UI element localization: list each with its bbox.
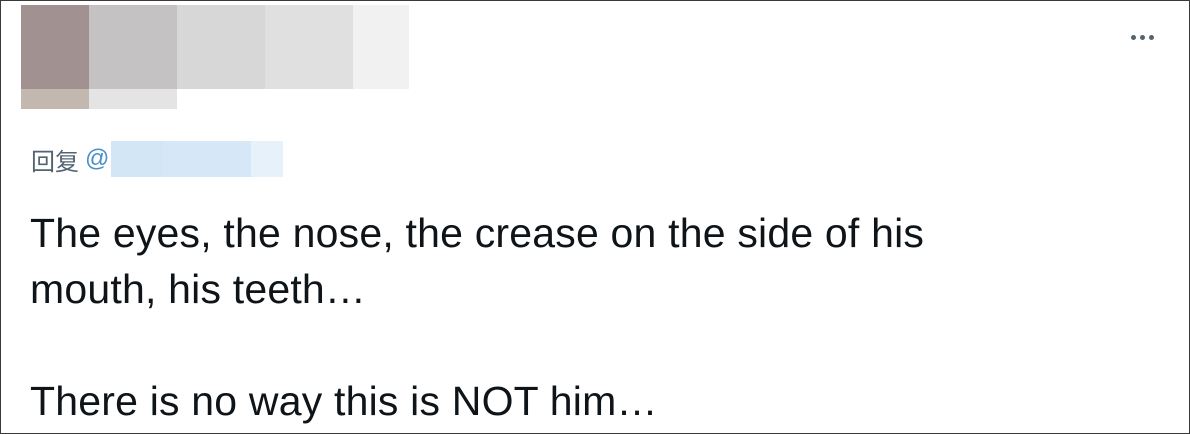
redacted-handle [111,141,284,177]
more-horizontal-icon [1130,34,1136,40]
tweet-text-line: There is no way this is NOT him… [30,378,658,424]
more-options-button[interactable] [1125,23,1159,51]
tweet-card: 回复 @ The eyes, the nose, the crease on t… [0,0,1190,434]
tweet-text-line: The eyes, the nose, the crease on the si… [30,210,925,256]
more-dot [1148,34,1154,40]
redacted-author-info [21,5,409,109]
reply-to-line: 回复 @ [31,141,284,177]
reply-at-sign: @ [85,145,110,172]
tweet-body: The eyes, the nose, the crease on the si… [30,205,1150,429]
tweet-text-line: mouth, his teeth… [30,266,367,312]
reply-handle-link[interactable]: @ [85,141,284,177]
reply-prefix: 回复 [31,147,79,176]
more-dot [1139,34,1145,40]
